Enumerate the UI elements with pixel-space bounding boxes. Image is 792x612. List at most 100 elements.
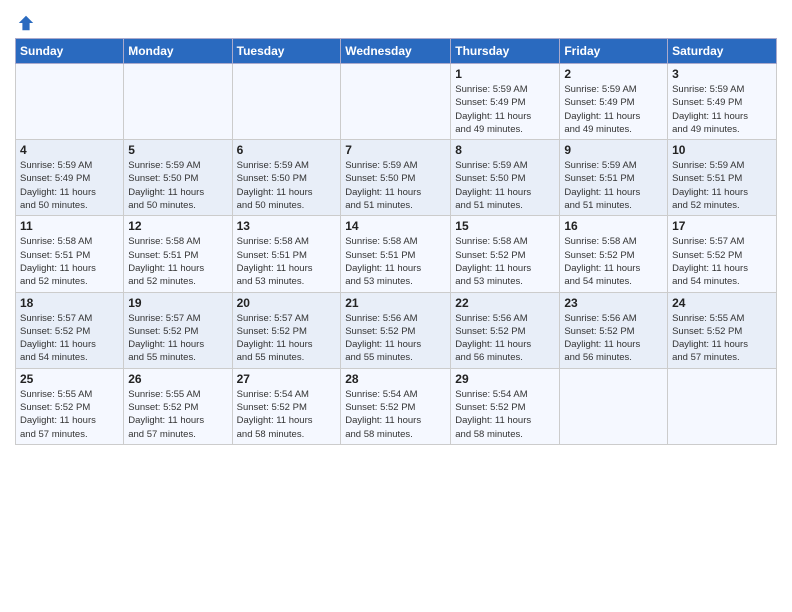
calendar-header-monday: Monday [124, 39, 232, 64]
day-info: Sunrise: 5:59 AM Sunset: 5:49 PM Dayligh… [564, 83, 663, 136]
day-number: 12 [128, 219, 227, 233]
calendar-cell: 13Sunrise: 5:58 AM Sunset: 5:51 PM Dayli… [232, 216, 341, 292]
day-info: Sunrise: 5:59 AM Sunset: 5:49 PM Dayligh… [455, 83, 555, 136]
day-number: 28 [345, 372, 446, 386]
day-number: 7 [345, 143, 446, 157]
day-info: Sunrise: 5:59 AM Sunset: 5:50 PM Dayligh… [128, 159, 227, 212]
calendar-cell [341, 64, 451, 140]
calendar-cell: 3 Sunrise: 5:59 AM Sunset: 5:49 PM Daylig… [668, 64, 777, 140]
calendar-cell: 19 Sunrise: 5:57 AM Sunset: 5:52 PM Dayli… [124, 292, 232, 368]
day-number: 25 [20, 372, 119, 386]
calendar-header-wednesday: Wednesday [341, 39, 451, 64]
day-info: Sunrise: 5:54 AM Sunset: 5:52 PM Dayligh… [237, 388, 337, 441]
day-number: 21 [345, 296, 446, 310]
calendar-header: SundayMondayTuesdayWednesdayThursdayFrid… [16, 39, 777, 64]
day-number: 23 [564, 296, 663, 310]
calendar-cell: 7 Sunrise: 5:59 AM Sunset: 5:50 PM Daylig… [341, 140, 451, 216]
header [15, 10, 777, 32]
logo-icon [17, 14, 35, 32]
calendar-cell [232, 64, 341, 140]
day-number: 1 [455, 67, 555, 81]
calendar-cell: 5 Sunrise: 5:59 AM Sunset: 5:50 PM Daylig… [124, 140, 232, 216]
day-info: Sunrise: 5:55 AM Sunset: 5:52 PM Dayligh… [128, 388, 227, 441]
day-number: 11 [20, 219, 119, 233]
day-number: 15 [455, 219, 555, 233]
day-number: 26 [128, 372, 227, 386]
calendar-cell: 1 Sunrise: 5:59 AM Sunset: 5:49 PM Daylig… [451, 64, 560, 140]
calendar-cell [16, 64, 124, 140]
day-number: 4 [20, 143, 119, 157]
calendar-cell: 17Sunrise: 5:57 AM Sunset: 5:52 PM Dayli… [668, 216, 777, 292]
day-info: Sunrise: 5:54 AM Sunset: 5:52 PM Dayligh… [345, 388, 446, 441]
day-number: 6 [237, 143, 337, 157]
day-info: Sunrise: 5:59 AM Sunset: 5:50 PM Dayligh… [237, 159, 337, 212]
day-info: Sunrise: 5:58 AM Sunset: 5:51 PM Dayligh… [128, 235, 227, 288]
calendar-cell: 21 Sunrise: 5:56 AM Sunset: 5:52 PM Dayli… [341, 292, 451, 368]
calendar-cell: 10 Sunrise: 5:59 AM Sunset: 5:51 PM Dayli… [668, 140, 777, 216]
calendar-cell: 6 Sunrise: 5:59 AM Sunset: 5:50 PM Daylig… [232, 140, 341, 216]
calendar-cell: 15 Sunrise: 5:58 AM Sunset: 5:52 PM Dayli… [451, 216, 560, 292]
day-info: Sunrise: 5:59 AM Sunset: 5:50 PM Dayligh… [455, 159, 555, 212]
day-number: 8 [455, 143, 555, 157]
logo [15, 14, 35, 32]
calendar-cell: 20 Sunrise: 5:57 AM Sunset: 5:52 PM Dayli… [232, 292, 341, 368]
calendar-cell: 14 Sunrise: 5:58 AM Sunset: 5:51 PM Dayli… [341, 216, 451, 292]
day-number: 27 [237, 372, 337, 386]
day-number: 29 [455, 372, 555, 386]
calendar-cell: 4 Sunrise: 5:59 AM Sunset: 5:49 PM Daylig… [16, 140, 124, 216]
day-info: Sunrise: 5:55 AM Sunset: 5:52 PM Dayligh… [672, 312, 772, 365]
day-info: Sunrise: 5:56 AM Sunset: 5:52 PM Dayligh… [345, 312, 446, 365]
day-info: Sunrise: 5:54 AM Sunset: 5:52 PM Dayligh… [455, 388, 555, 441]
calendar-cell: 12 Sunrise: 5:58 AM Sunset: 5:51 PM Dayli… [124, 216, 232, 292]
calendar-cell [560, 368, 668, 444]
day-info: Sunrise: 5:57 AM Sunset: 5:52 PM Dayligh… [128, 312, 227, 365]
calendar-week-3: 11 Sunrise: 5:58 AM Sunset: 5:51 PM Dayli… [16, 216, 777, 292]
calendar-cell: 27 Sunrise: 5:54 AM Sunset: 5:52 PM Dayli… [232, 368, 341, 444]
day-number: 20 [237, 296, 337, 310]
calendar-cell [668, 368, 777, 444]
day-info: Sunrise: 5:59 AM Sunset: 5:50 PM Dayligh… [345, 159, 446, 212]
day-number: 22 [455, 296, 555, 310]
day-info: Sunrise: 5:56 AM Sunset: 5:52 PM Dayligh… [564, 312, 663, 365]
day-info: Sunrise: 5:57 AM Sunset: 5:52 PM Dayligh… [237, 312, 337, 365]
day-number: 24 [672, 296, 772, 310]
day-number: 19 [128, 296, 227, 310]
day-info: Sunrise: 5:57 AM Sunset: 5:52 PM Dayligh… [672, 235, 772, 288]
calendar-header-thursday: Thursday [451, 39, 560, 64]
day-info: Sunrise: 5:58 AM Sunset: 5:52 PM Dayligh… [455, 235, 555, 288]
day-info: Sunrise: 5:57 AM Sunset: 5:52 PM Dayligh… [20, 312, 119, 365]
calendar-cell: 9Sunrise: 5:59 AM Sunset: 5:51 PM Daylig… [560, 140, 668, 216]
calendar-cell: 2 Sunrise: 5:59 AM Sunset: 5:49 PM Daylig… [560, 64, 668, 140]
day-number: 14 [345, 219, 446, 233]
day-info: Sunrise: 5:58 AM Sunset: 5:51 PM Dayligh… [20, 235, 119, 288]
day-number: 18 [20, 296, 119, 310]
day-info: Sunrise: 5:59 AM Sunset: 5:51 PM Dayligh… [672, 159, 772, 212]
day-info: Sunrise: 5:58 AM Sunset: 5:52 PM Dayligh… [564, 235, 663, 288]
calendar-header-sunday: Sunday [16, 39, 124, 64]
calendar-cell: 28 Sunrise: 5:54 AM Sunset: 5:52 PM Dayli… [341, 368, 451, 444]
calendar-week-4: 18 Sunrise: 5:57 AM Sunset: 5:52 PM Dayli… [16, 292, 777, 368]
calendar-cell: 22 Sunrise: 5:56 AM Sunset: 5:52 PM Dayli… [451, 292, 560, 368]
day-number: 5 [128, 143, 227, 157]
calendar-week-1: 1 Sunrise: 5:59 AM Sunset: 5:49 PM Daylig… [16, 64, 777, 140]
day-info: Sunrise: 5:58 AM Sunset: 5:51 PM Dayligh… [237, 235, 337, 288]
calendar-cell: 26 Sunrise: 5:55 AM Sunset: 5:52 PM Dayli… [124, 368, 232, 444]
day-number: 10 [672, 143, 772, 157]
calendar-cell: 25Sunrise: 5:55 AM Sunset: 5:52 PM Dayli… [16, 368, 124, 444]
day-number: 2 [564, 67, 663, 81]
calendar-cell: 29 Sunrise: 5:54 AM Sunset: 5:52 PM Dayli… [451, 368, 560, 444]
day-info: Sunrise: 5:59 AM Sunset: 5:49 PM Dayligh… [20, 159, 119, 212]
calendar-cell [124, 64, 232, 140]
calendar-cell: 18 Sunrise: 5:57 AM Sunset: 5:52 PM Dayli… [16, 292, 124, 368]
day-info: Sunrise: 5:59 AM Sunset: 5:49 PM Dayligh… [672, 83, 772, 136]
day-number: 3 [672, 67, 772, 81]
calendar-cell: 8 Sunrise: 5:59 AM Sunset: 5:50 PM Daylig… [451, 140, 560, 216]
day-info: Sunrise: 5:58 AM Sunset: 5:51 PM Dayligh… [345, 235, 446, 288]
calendar: SundayMondayTuesdayWednesdayThursdayFrid… [15, 38, 777, 445]
day-number: 9 [564, 143, 663, 157]
day-info: Sunrise: 5:56 AM Sunset: 5:52 PM Dayligh… [455, 312, 555, 365]
day-number: 16 [564, 219, 663, 233]
calendar-week-5: 25 Sunrise: 5:55 AM Sunset: 5:52 PM Dayli… [16, 368, 777, 444]
calendar-cell: 11 Sunrise: 5:58 AM Sunset: 5:51 PM Dayli… [16, 216, 124, 292]
calendar-header-tuesday: Tuesday [232, 39, 341, 64]
